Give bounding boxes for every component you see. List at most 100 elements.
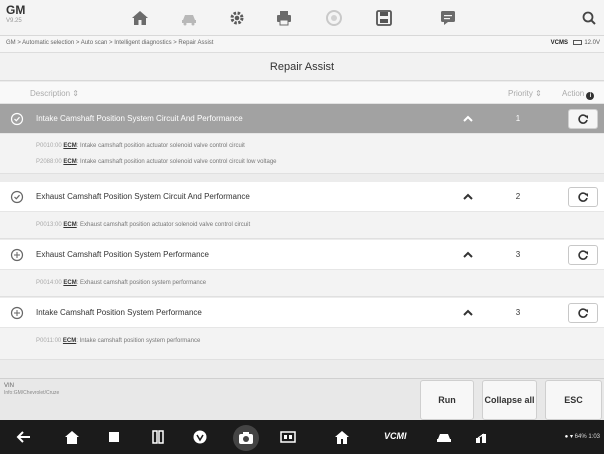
info-icon[interactable]: i [586, 92, 595, 100]
row-details: P0014:00 ECM: Exhaust camshaft position … [0, 270, 604, 297]
column-action: Action i [562, 89, 595, 100]
breadcrumb: GM > Automatic selection > Auto scan > I… [6, 40, 214, 46]
content-spacer [0, 360, 604, 378]
row-priority: 3 [515, 250, 521, 259]
car-icon [437, 434, 451, 442]
home-nav-button[interactable] [64, 429, 80, 445]
vin-label: VIN [4, 383, 15, 389]
battery-icon [572, 40, 582, 45]
wifi-icon: ▾ [569, 434, 573, 440]
home-button[interactable] [118, 0, 162, 36]
chevron-up-icon[interactable] [461, 190, 475, 204]
help-button[interactable] [312, 0, 356, 36]
chevron-up-icon[interactable] [461, 112, 475, 126]
brand: GM V9.25 [6, 4, 25, 25]
battery-status: 64% 1:03 [574, 434, 600, 440]
sort-icon: ⇕ [72, 89, 79, 98]
vehicle-swap-button[interactable] [167, 0, 211, 36]
collapse-all-button[interactable]: Collapse all [482, 380, 537, 420]
module-link[interactable]: ECM [63, 338, 76, 344]
column-priority[interactable]: Priority ⇕ [508, 89, 542, 98]
search-icon [582, 11, 596, 25]
vci-manager-button[interactable] [150, 429, 166, 445]
column-description-label: Description [30, 89, 71, 98]
module-link[interactable]: ECM [63, 143, 76, 149]
table-row[interactable]: Exhaust Camshaft Position System Circuit… [0, 182, 604, 212]
refresh-icon [578, 192, 588, 202]
repair-action-button[interactable] [568, 245, 598, 265]
vcmi-button[interactable]: VCMI [384, 431, 407, 441]
home-icon [132, 11, 148, 25]
module-link[interactable]: ECM [63, 280, 76, 286]
repair-status-icon [10, 306, 24, 320]
module-link[interactable]: ECM [63, 159, 76, 165]
row-title: Intake Camshaft Position System Performa… [36, 308, 202, 317]
messages-button[interactable] [426, 0, 470, 36]
vci-label: VCMS [550, 40, 568, 46]
table-row[interactable]: Exhaust Camshaft Position System Perform… [0, 240, 604, 270]
repair-status-icon [10, 248, 24, 262]
column-description[interactable]: Description ⇕ [30, 89, 79, 98]
row-priority: 2 [515, 192, 521, 201]
module-link[interactable]: ECM [63, 222, 76, 228]
page-title: Repair Assist [269, 61, 335, 73]
print-button[interactable] [262, 0, 306, 36]
dtc-line: P0013:00 ECM: Exhaust camshaft position … [36, 222, 250, 228]
chevron-up-icon[interactable] [461, 248, 475, 262]
vehicle-swap-icon [182, 15, 196, 26]
chevron-up-icon[interactable] [461, 306, 475, 320]
dtc-line: P0010:00 ECM: Intake camshaft position a… [36, 143, 245, 149]
sort-icon: ⇕ [535, 89, 542, 98]
camera-icon [239, 432, 253, 444]
screen-mirror-button[interactable] [280, 429, 296, 445]
back-button[interactable] [16, 429, 32, 445]
vehicle-button[interactable] [436, 429, 452, 445]
settings-button[interactable] [215, 0, 259, 36]
dtc-code: P2088:00 [36, 159, 62, 165]
recents-icon [109, 432, 119, 442]
repair-action-button[interactable] [568, 109, 598, 129]
repair-action-button[interactable] [568, 187, 598, 207]
save-button[interactable] [362, 0, 406, 36]
refresh-icon [578, 250, 588, 260]
esc-button[interactable]: ESC [545, 380, 602, 420]
page-title-bar: Repair Assist [0, 53, 604, 81]
camera-button[interactable] [233, 425, 259, 451]
help-icon [326, 10, 342, 26]
dtc-description: : Intake camshaft position actuator sole… [76, 143, 245, 149]
row-title: Exhaust Camshaft Position System Circuit… [36, 192, 250, 201]
network-icon [476, 433, 486, 443]
browser-button[interactable] [192, 429, 208, 445]
row-priority: 3 [515, 308, 521, 317]
table-row[interactable]: Intake Camshaft Position System Performa… [0, 298, 604, 328]
dtc-description: : Intake camshaft position system perfor… [76, 338, 201, 344]
table-row[interactable]: Intake Camshaft Position System Circuit … [0, 104, 604, 134]
run-button[interactable]: Run [420, 380, 474, 420]
brand-title: GM [6, 3, 26, 17]
maxifix-home-button[interactable] [334, 429, 350, 445]
recents-button[interactable] [106, 429, 122, 445]
top-toolbar: GM V9.25 [0, 0, 604, 36]
row-title: Exhaust Camshaft Position System Perform… [36, 250, 209, 259]
vci-manager-icon [152, 430, 164, 444]
browser-icon [193, 430, 207, 444]
dtc-description: : Exhaust camshaft position system perfo… [76, 280, 207, 286]
repair-action-button[interactable] [568, 303, 598, 323]
home-icon [335, 431, 349, 444]
dtc-code: P0011:00 [36, 338, 62, 344]
dtc-description: : Intake camshaft position actuator sole… [76, 159, 277, 165]
network-button[interactable] [474, 429, 490, 445]
system-navbar: VCMI ● ▾ 64% 1:03 [0, 420, 604, 454]
voltage-readout: 12.0V [584, 40, 600, 46]
dtc-description: : Exhaust camshaft position actuator sol… [76, 222, 251, 228]
search-button[interactable] [574, 0, 604, 36]
home-icon [65, 431, 79, 444]
function-bar: VIN Info:GM/Chevrolet/Cruze Run Collapse… [0, 378, 604, 420]
messages-icon [441, 11, 455, 25]
repair-status-icon [10, 190, 24, 204]
status-bar: ● ▾ 64% 1:03 [565, 433, 600, 440]
dtc-code: P0010:00 [36, 143, 62, 149]
table-header: Description ⇕ Priority ⇕ Action i [0, 82, 604, 104]
brand-version: V9.25 [6, 18, 22, 24]
dtc-code: P0013:00 [36, 222, 62, 228]
